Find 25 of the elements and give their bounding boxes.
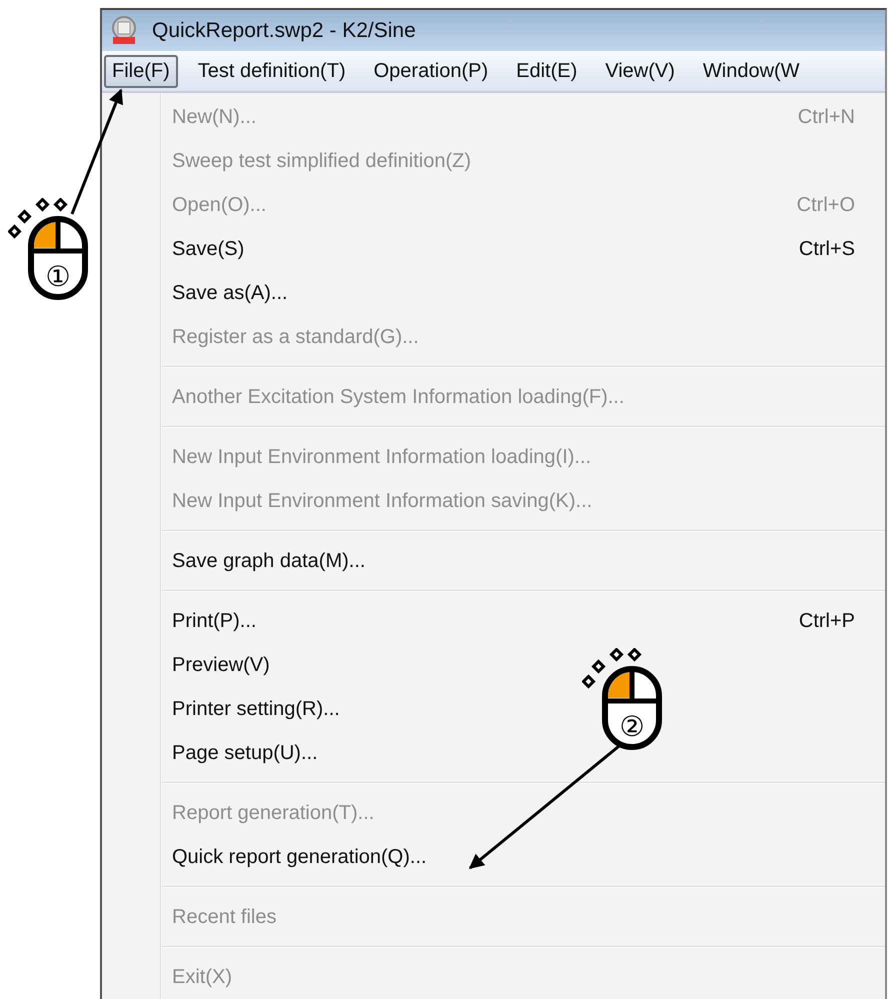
menu-bar-item[interactable]: Test definition(T): [190, 54, 354, 88]
menu-bar-item[interactable]: Edit(E): [508, 54, 586, 88]
menu-item[interactable]: Print(P)...: [172, 610, 256, 632]
menu-bar-item[interactable]: View(V): [597, 54, 683, 88]
shortcut-label: Ctrl+S: [798, 238, 855, 260]
menu-bar-item[interactable]: Operation(P): [366, 54, 496, 88]
shortcut-label: Ctrl+O: [796, 194, 855, 216]
sparkle-icon: [582, 648, 642, 689]
window-title: QuickReport.swp2 - K2/Sine: [152, 18, 416, 43]
menu-item[interactable]: Printer setting(R)...: [172, 698, 340, 720]
menu-item[interactable]: Quick report generation(Q)...: [172, 846, 427, 868]
shortcut-label: Ctrl+P: [798, 610, 855, 632]
step-number: ①: [45, 260, 71, 293]
shortcut-label: Ctrl+N: [798, 106, 855, 128]
mouse-icon: [28, 216, 88, 300]
sparkle-icon: [8, 198, 68, 239]
step-number: ②: [619, 710, 645, 743]
menu-bar-item[interactable]: File(F): [104, 54, 178, 88]
menu-item[interactable]: Preview(V): [172, 654, 270, 676]
mouse-icon: [602, 666, 662, 750]
menu-bar-item[interactable]: Window(W: [694, 54, 808, 88]
menu-item[interactable]: Page setup(U)...: [172, 742, 318, 764]
menu-item[interactable]: Save(S): [172, 238, 244, 260]
menu-item[interactable]: Save graph data(M)...: [172, 550, 366, 572]
menu-item[interactable]: Save as(A)...: [172, 282, 288, 304]
